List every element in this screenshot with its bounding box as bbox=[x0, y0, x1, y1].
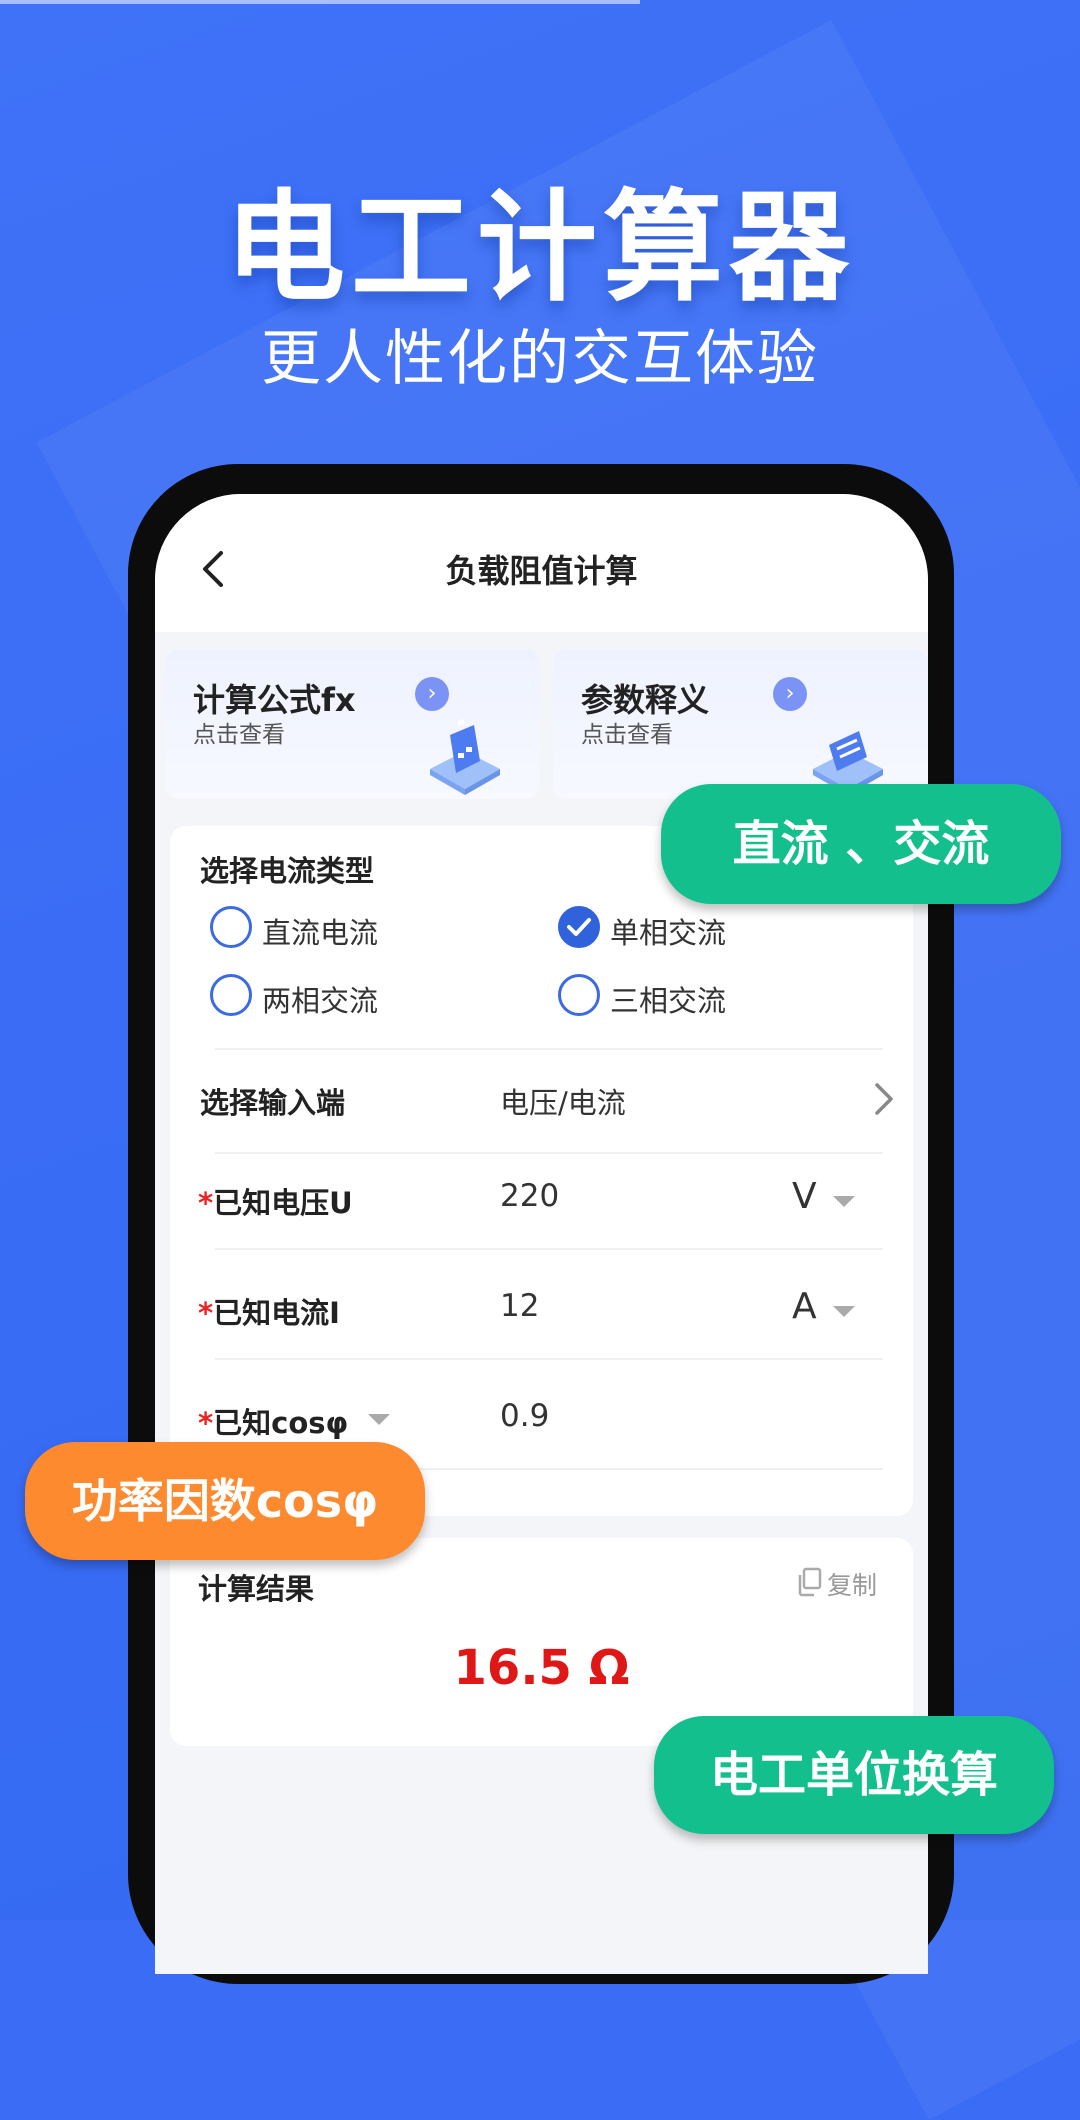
current-unit-select[interactable]: A bbox=[792, 1286, 817, 1327]
calculator-3d-icon bbox=[430, 718, 500, 795]
required-mark: * bbox=[198, 1186, 214, 1220]
dropdown-caret-icon bbox=[833, 1306, 855, 1317]
app-bar: 负载阻值计算 bbox=[155, 494, 928, 632]
radio-circle-icon bbox=[210, 974, 252, 1016]
input-select-label: 选择输入端 bbox=[200, 1086, 346, 1120]
dropdown-caret-icon bbox=[368, 1414, 390, 1425]
input-select-value[interactable]: 电压/电流 bbox=[500, 1080, 626, 1122]
chevron-right-icon: › bbox=[773, 677, 807, 711]
chevron-right-icon: › bbox=[415, 677, 449, 711]
radio-label: 三相交流 bbox=[610, 984, 727, 1018]
required-mark: * bbox=[198, 1296, 214, 1330]
radio-label: 单相交流 bbox=[610, 916, 727, 950]
page-title: 负载阻值计算 bbox=[445, 552, 638, 590]
copy-icon bbox=[798, 1567, 822, 1597]
divider bbox=[215, 1248, 883, 1250]
dc-ac-badge: 直流 、交流 bbox=[661, 784, 1061, 904]
cos-phi-input[interactable]: 0.9 bbox=[500, 1398, 549, 1434]
power-factor-badge: 功率因数cosφ bbox=[25, 1442, 425, 1560]
voltage-label: *已知电压U bbox=[198, 1180, 353, 1222]
current-input[interactable]: 12 bbox=[500, 1288, 539, 1324]
result-card: 计算结果 复制 16.5 Ω bbox=[170, 1538, 913, 1746]
voltage-label-text: 已知电压U bbox=[213, 1186, 353, 1220]
voltage-input[interactable]: 220 bbox=[500, 1178, 559, 1214]
divider bbox=[215, 1152, 883, 1154]
chevron-right-icon[interactable] bbox=[873, 1081, 895, 1117]
dropdown-caret-icon bbox=[833, 1196, 855, 1207]
divider bbox=[215, 1048, 883, 1050]
promo-subtitle: 更人性化的交互体验 bbox=[261, 324, 819, 394]
formula-card-subtitle: 点击查看 bbox=[193, 722, 285, 748]
cos-phi-label-text: 已知cosφ bbox=[213, 1406, 349, 1440]
formula-card[interactable]: 计算公式fx 点击查看 › bbox=[165, 649, 540, 799]
radio-label: 直流电流 bbox=[262, 916, 379, 950]
required-mark: * bbox=[198, 1406, 214, 1440]
copy-label: 复制 bbox=[827, 1571, 878, 1600]
radio-circle-icon bbox=[558, 974, 600, 1016]
promo-title: 电工计算器 bbox=[225, 179, 855, 318]
voltage-unit-select[interactable]: V bbox=[792, 1176, 817, 1217]
current-type-label: 选择电流类型 bbox=[200, 854, 375, 888]
checkmark-icon bbox=[558, 906, 600, 948]
input-form-card: 选择电流类型 直流电流 单相交流 两相交流 三相交流 选择输入端 电压/电流 *… bbox=[170, 826, 913, 1516]
parameter-card[interactable]: 参数释义 点击查看 › bbox=[553, 649, 928, 799]
result-label: 计算结果 bbox=[198, 1572, 315, 1606]
current-label: *已知电流I bbox=[198, 1290, 340, 1332]
top-highlight-strip bbox=[0, 0, 640, 4]
current-label-text: 已知电流I bbox=[213, 1296, 340, 1330]
divider bbox=[215, 1358, 883, 1360]
cos-phi-label[interactable]: *已知cosφ bbox=[198, 1400, 348, 1442]
unit-conversion-badge: 电工单位换算 bbox=[654, 1716, 1054, 1834]
parameter-card-subtitle: 点击查看 bbox=[581, 722, 673, 748]
radio-label: 两相交流 bbox=[262, 984, 379, 1018]
result-value: 16.5 Ω bbox=[453, 1640, 630, 1696]
radio-circle-icon bbox=[210, 906, 252, 948]
